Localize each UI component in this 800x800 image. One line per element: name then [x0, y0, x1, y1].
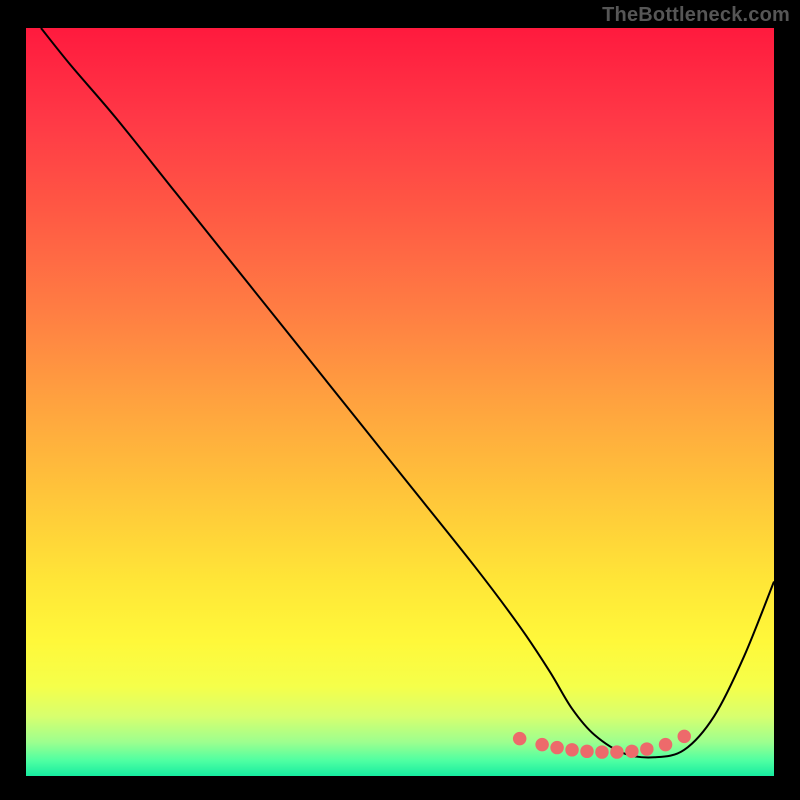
- chart-frame: TheBottleneck.com: [0, 0, 800, 800]
- highlight-dot: [535, 738, 548, 751]
- highlight-dot: [580, 745, 593, 758]
- highlight-dot: [565, 743, 578, 756]
- watermark-label: TheBottleneck.com: [602, 4, 790, 27]
- highlight-dot: [659, 738, 672, 751]
- curve-layer: [26, 28, 774, 776]
- plot-area: [26, 28, 774, 776]
- bottleneck-curve: [41, 28, 774, 758]
- highlight-dot: [610, 745, 623, 758]
- highlight-dot: [513, 732, 526, 745]
- highlight-dot: [595, 745, 608, 758]
- highlight-dot: [640, 742, 653, 755]
- highlight-dot: [550, 741, 563, 754]
- highlight-dot: [625, 745, 638, 758]
- highlight-dot: [678, 730, 691, 743]
- highlight-dots-group: [513, 730, 691, 759]
